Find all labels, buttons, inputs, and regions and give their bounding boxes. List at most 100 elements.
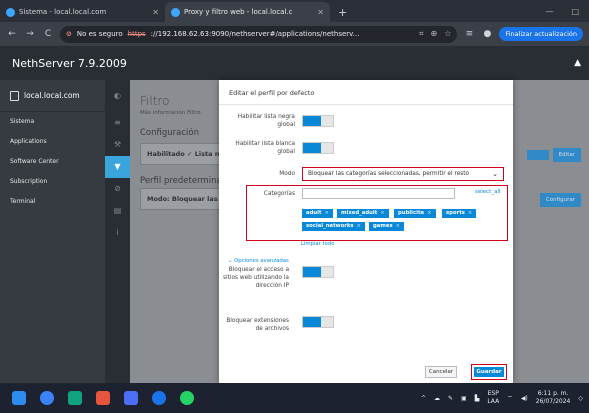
block-extensions-label: Bloquear extensiones de archivos bbox=[226, 318, 289, 332]
not-secure-icon[interactable]: ⊘ bbox=[66, 30, 72, 38]
divider bbox=[219, 104, 513, 105]
tab-title: Proxy y filtro web - local.local.c bbox=[184, 8, 293, 16]
status-toggle bbox=[527, 150, 549, 160]
home-icon[interactable]: ◐ bbox=[105, 80, 130, 112]
cancel-button[interactable]: Cancelar bbox=[425, 366, 457, 378]
url-protocol: https bbox=[127, 30, 146, 38]
notification-icon[interactable]: ◇ bbox=[578, 395, 583, 402]
monitor-icon[interactable]: ▣ bbox=[461, 395, 467, 402]
configure-button[interactable]: Configurar bbox=[539, 193, 581, 207]
category-chip-mixed-adult[interactable]: mixed_adult × bbox=[337, 209, 389, 218]
categories-label: Categorías bbox=[263, 191, 295, 197]
advanced-options-toggle[interactable]: ⌄ Opciones avanzadas bbox=[228, 258, 289, 264]
cloud-icon[interactable]: ☁ bbox=[434, 395, 440, 402]
address-bar-icons: ⌗ ⊕ ☆ bbox=[419, 29, 451, 39]
close-icon[interactable]: ✕ bbox=[317, 8, 324, 17]
mode-box: Modo: Bloquear las ca bbox=[140, 188, 220, 210]
block-ip-label: Bloquear el acceso a sitios web utilizan… bbox=[222, 267, 289, 289]
server-icon bbox=[10, 90, 19, 101]
select-all-link[interactable]: select_all bbox=[475, 189, 501, 195]
section-config-heading: Configuración bbox=[140, 128, 199, 138]
table-icon[interactable]: ▤ bbox=[105, 200, 130, 222]
status-box: Habilitado ✓ Lista n bbox=[140, 143, 220, 165]
chip-remove-icon[interactable]: × bbox=[357, 223, 361, 229]
vpn-icon[interactable] bbox=[68, 391, 82, 405]
back-button[interactable]: ← bbox=[6, 29, 18, 39]
filter-icon[interactable]: ▼ bbox=[105, 156, 130, 178]
bookmark-star-icon[interactable]: ☆ bbox=[444, 29, 451, 39]
chip-remove-icon[interactable]: × bbox=[325, 210, 329, 216]
chip-remove-icon[interactable]: × bbox=[427, 210, 431, 216]
list-icon[interactable]: ≡ bbox=[105, 112, 130, 134]
whatsapp-icon[interactable] bbox=[180, 391, 194, 405]
global-whitelist-toggle[interactable] bbox=[302, 142, 334, 154]
volume-icon[interactable]: ◀) bbox=[521, 395, 528, 402]
page-subtitle[interactable]: Más información Filtro bbox=[140, 110, 201, 116]
block-ip-toggle[interactable] bbox=[302, 266, 334, 278]
wifi-icon[interactable]: ⌔ bbox=[507, 394, 513, 402]
screen-icon[interactable] bbox=[124, 391, 138, 405]
chevron-down-icon: ⌄ bbox=[492, 170, 498, 178]
wrench-icon[interactable]: ⚒ bbox=[105, 134, 130, 156]
page-title: Filtro bbox=[140, 94, 170, 108]
app-icon[interactable] bbox=[96, 391, 110, 405]
app-icon-bar: ◐ ≡ ⚒ ▼ ⊘ ▤ i bbox=[105, 80, 130, 383]
global-blacklist-toggle[interactable] bbox=[302, 115, 334, 127]
maximize-button[interactable]: □ bbox=[571, 7, 579, 16]
chip-remove-icon[interactable]: × bbox=[468, 210, 472, 216]
close-icon[interactable]: ✕ bbox=[152, 8, 159, 17]
security-label: No es seguro bbox=[76, 30, 123, 38]
dialog-title: Editar el perfil por defecto bbox=[229, 89, 315, 97]
category-chip-adult[interactable]: adult × bbox=[302, 209, 333, 218]
profile-icon[interactable]: ● bbox=[481, 29, 493, 39]
chevron-up-icon[interactable]: ^ bbox=[421, 395, 426, 402]
update-button[interactable]: Finalizar actualización bbox=[499, 27, 583, 41]
address-bar[interactable]: ⊘ No es seguro https ://192.168.62.63:909… bbox=[60, 25, 458, 43]
shield-icon[interactable]: ⊘ bbox=[105, 178, 130, 200]
minimize-button[interactable]: — bbox=[545, 7, 553, 16]
zoom-icon[interactable]: ⊕ bbox=[431, 29, 438, 39]
category-chip-sports[interactable]: sports × bbox=[442, 209, 477, 218]
clock[interactable]: 6:11 p. m. 26/07/2024 bbox=[536, 390, 571, 406]
browser-icon[interactable] bbox=[40, 391, 54, 405]
category-chip-publicite[interactable]: publicite × bbox=[394, 209, 436, 218]
app-header: NethServer 7.9.2009 ▲ bbox=[0, 46, 589, 80]
window-controls: — □ bbox=[545, 0, 589, 22]
forward-button[interactable]: → bbox=[24, 29, 36, 39]
global-blacklist-label: Habilitar lista negra global bbox=[237, 114, 295, 128]
clear-all-link[interactable]: Limpiar todo bbox=[301, 241, 334, 247]
host-name: local.local.com bbox=[24, 91, 80, 100]
browser-toolbar: ← → C ⊘ No es seguro https ://192.168.62.… bbox=[0, 22, 589, 46]
new-tab-button[interactable]: + bbox=[330, 2, 355, 22]
chart-icon[interactable]: ▙ bbox=[475, 395, 480, 402]
pen-icon[interactable]: ✎ bbox=[448, 395, 453, 402]
user-icon[interactable]: ▲ bbox=[574, 58, 581, 68]
language-indicator[interactable]: ESP LAA bbox=[487, 390, 499, 406]
windows-start-icon[interactable] bbox=[12, 391, 26, 405]
chrome-icon[interactable] bbox=[152, 391, 166, 405]
categories-search-input[interactable] bbox=[302, 188, 455, 199]
global-whitelist-label: Habilitar lista blanca global bbox=[235, 141, 295, 155]
chip-remove-icon[interactable]: × bbox=[380, 210, 384, 216]
site-icon bbox=[6, 7, 15, 17]
reload-button[interactable]: C bbox=[42, 29, 54, 39]
chip-remove-icon[interactable]: × bbox=[396, 223, 400, 229]
edit-button[interactable]: Editar bbox=[552, 148, 581, 162]
mode-select[interactable]: Bloquear las categorías seleccionadas, p… bbox=[302, 167, 504, 181]
tab-proxy-filtro[interactable]: Proxy y filtro web - local.local.c ✕ bbox=[165, 2, 330, 22]
url-text: ://192.168.62.63:9090/nethserver#/applic… bbox=[150, 30, 360, 38]
app-title: NethServer 7.9.2009 bbox=[12, 56, 127, 70]
site-icon bbox=[171, 7, 180, 17]
category-chip-games[interactable]: games × bbox=[369, 222, 405, 231]
save-button[interactable]: Guardar bbox=[474, 367, 504, 377]
category-chip-social-networks[interactable]: social_networks × bbox=[302, 222, 365, 231]
extensions-icon[interactable]: ≡ bbox=[463, 29, 475, 39]
block-extensions-toggle[interactable] bbox=[302, 316, 334, 328]
system-tray: ^ ☁ ✎ ▣ ▙ ESP LAA ⌔ ◀) 6:11 p. m. 26/07/20… bbox=[421, 390, 589, 406]
browser-tab-bar: Sistema - local.local.com ✕ Proxy y filt… bbox=[0, 0, 589, 22]
translate-icon[interactable]: ⌗ bbox=[419, 29, 424, 39]
tab-sistema[interactable]: Sistema - local.local.com ✕ bbox=[0, 2, 165, 22]
info-icon[interactable]: i bbox=[105, 222, 130, 244]
tab-title: Sistema - local.local.com bbox=[19, 8, 107, 16]
mode-label: Modo bbox=[279, 171, 295, 177]
